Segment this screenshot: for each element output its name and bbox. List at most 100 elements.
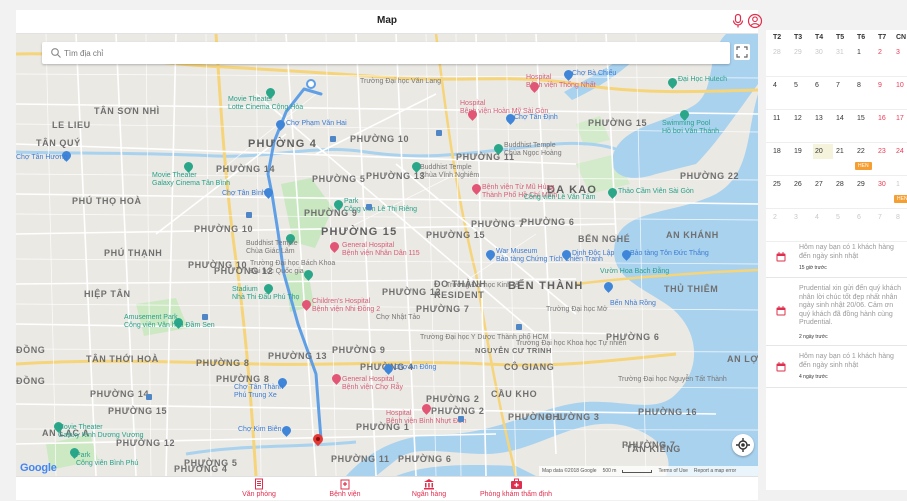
fullscreen-icon[interactable] xyxy=(734,44,750,60)
calendar-day[interactable]: 23 xyxy=(876,148,896,155)
map-panel: Map PHƯỜNG 4 PHƯỜNG 15 ĐA KAO BẾN THÀNH … xyxy=(16,10,763,500)
bus-stop-icon[interactable] xyxy=(436,130,442,136)
calendar-day[interactable]: 14 xyxy=(834,115,854,122)
district-label: PHƯỜNG 2 xyxy=(426,394,480,404)
calendar-week-row: 25 26 27 28 29 30 1 HEN xyxy=(766,176,907,209)
user-circle-icon[interactable] xyxy=(747,13,763,29)
calendar-day[interactable]: 31 xyxy=(834,49,854,56)
calendar-day[interactable]: 7 xyxy=(834,82,854,89)
bus-stop-icon[interactable] xyxy=(202,314,208,320)
district-label: TÂN QUÝ xyxy=(36,138,81,148)
calendar-day[interactable]: 9 xyxy=(876,82,896,89)
calendar-day[interactable]: 15 xyxy=(855,115,875,122)
calendar-day[interactable]: 3 xyxy=(792,214,812,221)
weekday-label: T4 xyxy=(815,34,824,41)
calendar-day[interactable]: 18 xyxy=(771,148,791,155)
calendar-day[interactable]: 2 xyxy=(771,214,791,221)
weekday-label: T2 xyxy=(773,34,782,41)
calendar-day[interactable]: 12 xyxy=(792,115,812,122)
calendar-day[interactable]: 16 xyxy=(876,115,896,122)
bus-stop-icon[interactable] xyxy=(366,204,372,210)
office-icon xyxy=(255,478,263,490)
bus-stop-icon[interactable] xyxy=(146,394,152,400)
calendar-day[interactable]: 5 xyxy=(792,82,812,89)
report-link[interactable]: Report a map error xyxy=(694,468,736,474)
map-view[interactable]: PHƯỜNG 4 PHƯỜNG 15 ĐA KAO BẾN THÀNH ĐO T… xyxy=(16,34,758,476)
map-data-text: Map data ©2018 Google xyxy=(542,468,597,474)
calendar-day[interactable]: 20 xyxy=(813,144,833,159)
district-label: PHƯỜNG 22 xyxy=(680,171,740,181)
notification-item[interactable]: Hôm nay bạn có 1 khách hàng đến ngày sin… xyxy=(766,346,907,388)
poi-label: Swimming Pool Hồ bơi Văn Thánh xyxy=(662,120,719,135)
notification-time: 4 ngày trước xyxy=(799,374,828,380)
poi-label: Trường Đại học Nguyễn Tất Thành xyxy=(618,376,727,383)
appointment-badge[interactable]: HEN xyxy=(855,162,872,170)
district-label: BẾN THÀNH xyxy=(508,280,584,292)
page-title: Map xyxy=(377,15,397,26)
calendar-day[interactable]: 2 xyxy=(876,49,896,56)
calendar-day[interactable]: 28 xyxy=(834,181,854,188)
search-bar[interactable] xyxy=(42,42,730,64)
poi-label: Dinh Độc Lập xyxy=(572,250,615,257)
calendar-day[interactable]: 27 xyxy=(813,181,833,188)
poi-label: Trường Đại học Bách Khoa Đại học Quốc gia xyxy=(250,260,336,275)
poi-label: Trường Đại học Khoa học Tự nhiên xyxy=(516,340,627,347)
calendar-day[interactable]: 10 xyxy=(894,82,907,89)
tab-label: Bệnh viện xyxy=(329,491,361,498)
calendar-day[interactable]: 6 xyxy=(813,82,833,89)
poi-label: Movie Theater Galaxy Cinema Tân Bình xyxy=(152,172,231,187)
poi-label: Trường Đại học Kinh tế xyxy=(446,282,519,289)
district-label: PHƯỜNG 7 xyxy=(471,219,525,229)
calendar-weekday-row: T2 T3 T4 T5 T6 T7 CN xyxy=(766,30,907,44)
calendar-day[interactable]: 1 xyxy=(894,181,907,188)
search-input[interactable] xyxy=(64,44,714,62)
poi-label: Movie Theater Lotte Cinema Cộng Hòa xyxy=(228,96,304,111)
calendar-day[interactable]: 26 xyxy=(792,181,812,188)
district-label: ĐỒNG xyxy=(16,345,46,355)
notification-item[interactable]: Hôm nay bạn có 1 khách hàng đến ngày sin… xyxy=(766,236,907,278)
calendar-day[interactable]: 29 xyxy=(855,181,875,188)
notification-item[interactable]: Prudential xin gửi đến quý khách nhân lờ… xyxy=(766,278,907,346)
calendar-day[interactable]: 3 xyxy=(894,49,907,56)
calendar-day[interactable]: 13 xyxy=(813,115,833,122)
calendar-day[interactable]: 1 xyxy=(855,49,875,56)
appointment-badge[interactable]: HEN xyxy=(894,195,907,203)
calendar-day[interactable]: 21 xyxy=(834,148,854,155)
bus-stop-icon[interactable] xyxy=(516,324,522,330)
calendar-icon xyxy=(776,362,786,372)
district-label: RESIDENT xyxy=(434,290,485,300)
calendar-day[interactable]: 25 xyxy=(771,181,791,188)
calendar-day[interactable]: 19 xyxy=(792,148,812,155)
calendar-day[interactable]: 28 xyxy=(771,49,791,56)
calendar-day[interactable]: 22 xyxy=(855,148,875,155)
terms-link[interactable]: Terms of Use xyxy=(658,468,687,474)
calendar-day[interactable]: 29 xyxy=(792,49,812,56)
district-label: PHƯỜNG 6 xyxy=(521,217,575,227)
calendar-day[interactable]: 4 xyxy=(771,82,791,89)
poi-label: Hospital Bệnh viện Bình Nhựt Đơn xyxy=(386,410,467,425)
calendar-day[interactable]: 4 xyxy=(813,214,833,221)
calendar-day[interactable]: 5 xyxy=(834,214,854,221)
calendar-day[interactable]: 17 xyxy=(894,115,907,122)
calendar-day[interactable]: 24 xyxy=(894,148,907,155)
microphone-icon[interactable] xyxy=(730,13,746,29)
weekday-label: T3 xyxy=(794,34,803,41)
bus-stop-icon[interactable] xyxy=(330,136,336,142)
map-header: Map xyxy=(16,10,763,34)
district-label: PHƯỜNG 14 xyxy=(90,389,150,399)
calendar-day[interactable]: 8 xyxy=(855,82,875,89)
poi-label: Park Công viên Lê Thị Riêng xyxy=(344,198,418,213)
bus-stop-icon[interactable] xyxy=(458,416,464,422)
poi-label: Chợ Tân Bình xyxy=(222,190,266,197)
calendar-day[interactable]: 8 xyxy=(894,214,907,221)
calendar-day[interactable]: 7 xyxy=(876,214,896,221)
district-label: LE LIEU xyxy=(52,120,91,130)
poi-label: Bảo tàng Tôn Đức Thắng xyxy=(630,250,709,257)
scale-text: 500 m xyxy=(602,468,617,474)
bus-stop-icon[interactable] xyxy=(246,212,252,218)
calendar-day[interactable]: 11 xyxy=(771,115,791,122)
calendar-day[interactable]: 30 xyxy=(813,49,833,56)
calendar-day[interactable]: 30 xyxy=(876,181,896,188)
my-location-icon[interactable] xyxy=(732,434,754,456)
calendar-day[interactable]: 6 xyxy=(855,214,875,221)
